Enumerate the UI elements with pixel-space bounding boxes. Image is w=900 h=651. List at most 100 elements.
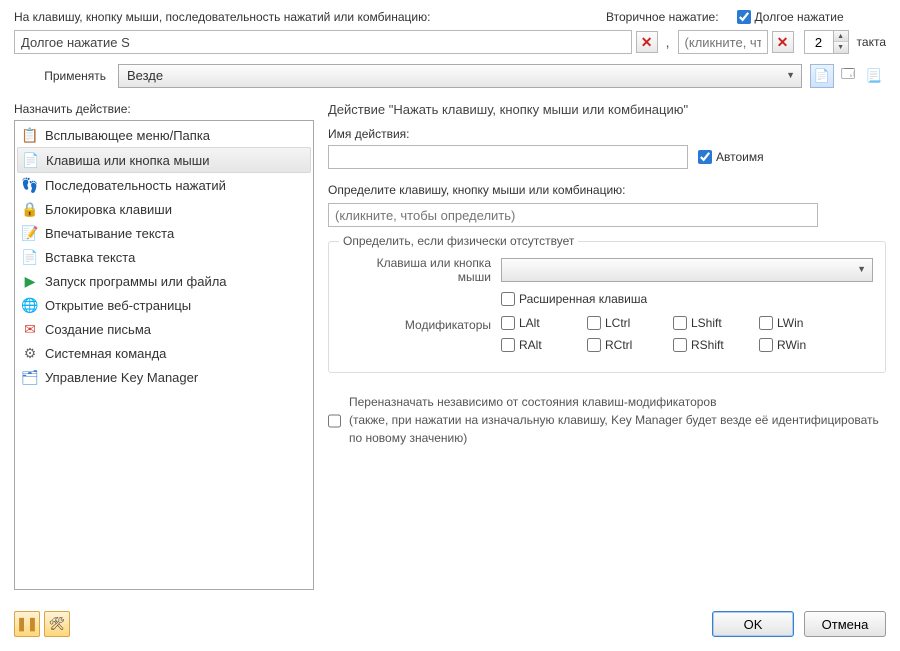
list-item[interactable]: 🔒 Блокировка клавиши xyxy=(17,197,311,221)
pause-icon: ❚❚ xyxy=(16,616,38,632)
key-sequence-input[interactable] xyxy=(14,30,632,54)
list-item[interactable]: 📝 Впечатывание текста xyxy=(17,221,311,245)
autoname-checkbox[interactable]: Автоимя xyxy=(698,150,764,164)
action-name-input[interactable] xyxy=(328,145,688,169)
list-item-label: Блокировка клавиши xyxy=(45,202,172,217)
key-or-mouse-label: Клавиша или кнопка мыши xyxy=(341,256,491,284)
pause-button[interactable]: ❚❚ xyxy=(14,611,40,637)
list-item[interactable]: 👣Последовательность нажатий xyxy=(17,173,311,197)
absent-legend: Определить, если физически отсутствует xyxy=(339,234,578,248)
long-press-label: Долгое нажатие xyxy=(755,10,844,24)
list-item-label: Впечатывание текста xyxy=(45,226,174,241)
ok-button[interactable]: OK xyxy=(712,611,794,637)
modifier-rwin[interactable]: RWin xyxy=(759,338,823,352)
action-icon: 🗂 xyxy=(21,368,39,386)
reassign-checkbox[interactable] xyxy=(328,395,341,447)
modifier-lalt[interactable]: LAlt xyxy=(501,316,565,330)
modifier-label: LWin xyxy=(777,316,803,330)
record-button[interactable]: 🛠 xyxy=(44,611,70,637)
modifier-label: RAlt xyxy=(519,338,542,352)
define-key-input[interactable] xyxy=(328,203,818,227)
action-icon: ▶ xyxy=(21,272,39,290)
modifier-checkbox[interactable] xyxy=(501,338,515,352)
cancel-button[interactable]: Отмена xyxy=(804,611,886,637)
modifier-checkbox[interactable] xyxy=(587,338,601,352)
extended-key-label: Расширенная клавиша xyxy=(519,292,647,306)
absent-fieldset: Определить, если физически отсутствует К… xyxy=(328,241,886,373)
clear-secondary-button[interactable]: ✕ xyxy=(772,31,794,53)
modifier-checkbox[interactable] xyxy=(673,338,687,352)
list-item[interactable]: 🗂 Управление Key Manager xyxy=(17,365,311,389)
new-window-button[interactable]: 📄 xyxy=(810,64,834,88)
ticks-label: такта xyxy=(857,35,886,49)
clear-key-button[interactable]: ✕ xyxy=(636,31,658,53)
modifier-lctrl[interactable]: LCtrl xyxy=(587,316,651,330)
apply-scope-combo[interactable]: Везде xyxy=(118,64,802,88)
spinner-down[interactable]: ▼ xyxy=(834,42,848,53)
modifier-lwin[interactable]: LWin xyxy=(759,316,823,330)
ticks-input[interactable] xyxy=(805,31,833,53)
list-item[interactable]: ▶ Запуск программы или файла xyxy=(17,269,311,293)
list-item[interactable]: 📄Клавиша или кнопка мыши xyxy=(17,147,311,173)
reassign-note: (также, при нажатии на изначальную клави… xyxy=(349,413,879,445)
modifier-checkbox[interactable] xyxy=(759,338,773,352)
action-name-label: Имя действия: xyxy=(328,127,886,141)
action-listbox[interactable]: 📋Всплывающее меню/Папка📄Клавиша или кноп… xyxy=(14,120,314,590)
modifier-label: RCtrl xyxy=(605,338,632,352)
x-icon: ✕ xyxy=(777,35,789,49)
action-icon: ✉ xyxy=(21,320,39,338)
separator-comma: , xyxy=(666,34,670,50)
define-key-label: Определите клавишу, кнопку мыши или комб… xyxy=(328,183,886,197)
modifier-checkbox[interactable] xyxy=(759,316,773,330)
modifier-ralt[interactable]: RAlt xyxy=(501,338,565,352)
page-icon: 📄 xyxy=(814,68,830,84)
modifier-label: LShift xyxy=(691,316,722,330)
list-item[interactable]: ⚙Системная команда xyxy=(17,341,311,365)
list-item[interactable]: ✉ Создание письма xyxy=(17,317,311,341)
spinner-up[interactable]: ▲ xyxy=(834,31,848,42)
modifier-label: RShift xyxy=(691,338,724,352)
modifier-label: RWin xyxy=(777,338,806,352)
modifier-rctrl[interactable]: RCtrl xyxy=(587,338,651,352)
extended-key-checkbox[interactable]: Расширенная клавиша xyxy=(501,292,647,306)
list-item[interactable]: 🌐 Открытие веб-страницы xyxy=(17,293,311,317)
action-icon: 📄 xyxy=(21,248,39,266)
modifier-rshift[interactable]: RShift xyxy=(673,338,737,352)
x-icon: ✕ xyxy=(641,35,653,49)
pick-window-button[interactable]: 🗔 xyxy=(836,64,860,88)
action-icon: 📝 xyxy=(21,224,39,242)
list-button[interactable]: 📃 xyxy=(862,64,886,88)
extended-key-input[interactable] xyxy=(501,292,515,306)
key-or-mouse-dropdown[interactable] xyxy=(501,258,873,282)
action-icon: ⚙ xyxy=(21,344,39,362)
apply-scope-value: Везде xyxy=(127,68,163,83)
modifier-label: LCtrl xyxy=(605,316,630,330)
doc-icon: 📃 xyxy=(866,68,882,84)
list-item-label: Клавиша или кнопка мыши xyxy=(46,153,209,168)
list-item-label: Запуск программы или файла xyxy=(45,274,227,289)
modifiers-label: Модификаторы xyxy=(341,316,491,332)
modifier-checkbox[interactable] xyxy=(501,316,515,330)
modifier-checkbox[interactable] xyxy=(587,316,601,330)
list-item-label: Управление Key Manager xyxy=(45,370,198,385)
action-icon: 🔒 xyxy=(21,200,39,218)
autoname-check-input[interactable] xyxy=(698,150,712,164)
list-item-label: Открытие веб-страницы xyxy=(45,298,191,313)
list-item-label: Всплывающее меню/Папка xyxy=(45,128,210,143)
modifier-lshift[interactable]: LShift xyxy=(673,316,737,330)
secondary-press-input[interactable] xyxy=(678,30,768,54)
reassign-label: Переназначать независимо от состояния кл… xyxy=(349,395,716,409)
autoname-label: Автоимя xyxy=(716,150,764,164)
action-icon: 🌐 xyxy=(21,296,39,314)
modifier-checkbox[interactable] xyxy=(673,316,687,330)
modifier-label: LAlt xyxy=(519,316,540,330)
list-item[interactable]: 📋Всплывающее меню/Папка xyxy=(17,123,311,147)
list-item[interactable]: 📄 Вставка текста xyxy=(17,245,311,269)
list-item-label: Создание письма xyxy=(45,322,151,337)
action-panel-title: Действие "Нажать клавишу, кнопку мыши ил… xyxy=(328,102,886,117)
list-item-label: Вставка текста xyxy=(45,250,135,265)
long-press-checkbox[interactable]: Долгое нажатие xyxy=(737,10,844,24)
long-press-check-input[interactable] xyxy=(737,10,751,24)
secondary-press-label: Вторичное нажатие: xyxy=(606,10,719,24)
ticks-spinner[interactable]: ▲ ▼ xyxy=(804,30,849,54)
